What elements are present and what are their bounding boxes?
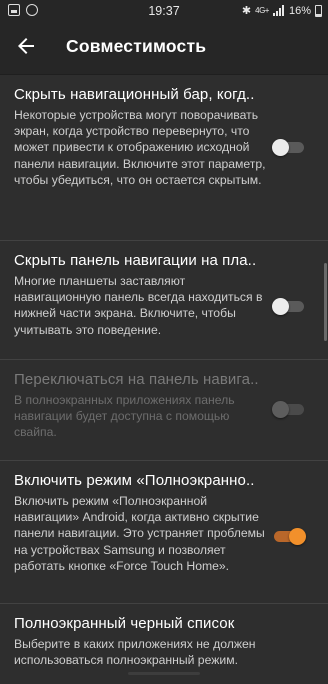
- bluetooth-icon: ✱: [241, 5, 252, 17]
- battery-icon: [315, 4, 322, 17]
- status-bar: 19:37 ✱ 4G+ 16%: [0, 0, 328, 22]
- system-icons: ✱ 4G+ 16%: [242, 4, 322, 17]
- toggle-hide-navbar-on-rotate[interactable]: [272, 139, 304, 156]
- setting-title: Скрыть панель навигации на пла..: [14, 252, 257, 269]
- toggle-thumb: [272, 139, 289, 156]
- setting-description: Включить режим «Полноэкранной навигации»…: [14, 494, 265, 573]
- setting-swipe-navbar: Переключаться на панель навига.. В полно…: [0, 360, 328, 460]
- toggle-thumb: [272, 401, 289, 418]
- setting-title: Полноэкранный черный список: [14, 615, 235, 632]
- toggle-hide-navbar-tablet[interactable]: [272, 298, 304, 315]
- page-title: Совместимость: [66, 36, 207, 56]
- signal-icon: [272, 5, 285, 16]
- setting-fullscreen-navigation[interactable]: Включить режим «Полноэкранно.. Включить …: [0, 461, 328, 603]
- toggle-swipe-navbar: [272, 401, 304, 418]
- setting-hide-navbar-on-rotate[interactable]: Скрыть навигационный бар, когд.. Некотор…: [0, 75, 328, 240]
- setting-description: Многие планшеты заставляют навигационную…: [14, 274, 263, 337]
- setting-hide-navbar-tablet[interactable]: Скрыть панель навигации на пла.. Многие …: [0, 241, 328, 359]
- setting-description: Выберите в каких приложениях не должен и…: [14, 637, 256, 668]
- setting-description: Некоторые устройства могут поворачивать …: [14, 108, 266, 187]
- network-type: 4G+: [255, 6, 269, 15]
- setting-description: В полноэкранных приложениях панель навиг…: [14, 393, 235, 440]
- setting-title: Включить режим «Полноэкранно..: [14, 472, 255, 489]
- toggle-thumb: [272, 298, 289, 315]
- setting-title: Скрыть навигационный бар, когд..: [14, 86, 255, 103]
- back-arrow-icon[interactable]: [14, 34, 38, 58]
- settings-list: Скрыть навигационный бар, когд.. Некотор…: [0, 75, 328, 684]
- toggle-fullscreen-navigation[interactable]: [274, 528, 306, 545]
- setting-title: Переключаться на панель навига..: [14, 371, 259, 388]
- toggle-thumb: [289, 528, 306, 545]
- scrollbar[interactable]: [324, 263, 327, 341]
- battery-percent: 16%: [288, 4, 311, 17]
- app-bar: Совместимость: [0, 22, 328, 75]
